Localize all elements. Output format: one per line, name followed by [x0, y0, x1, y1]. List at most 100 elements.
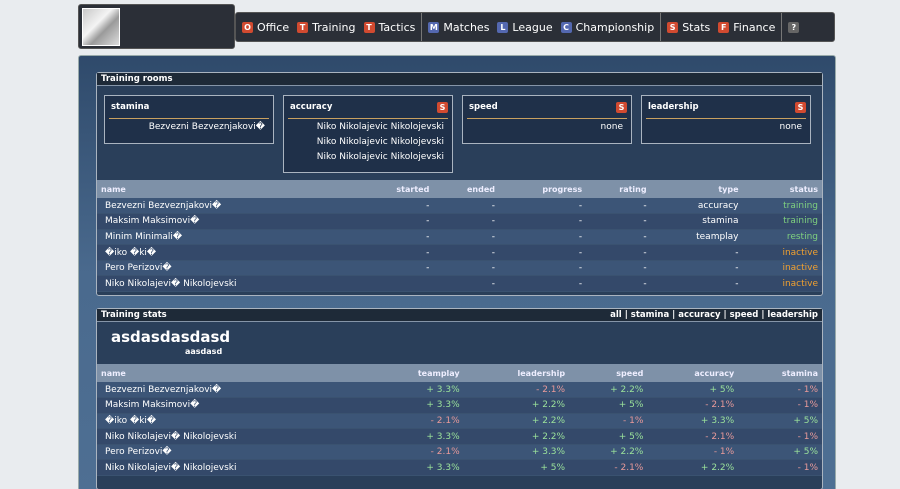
nav-item-finance[interactable]: F Finance — [718, 21, 775, 34]
training-row: �iko �ki� - - - - - inactive — [97, 244, 822, 261]
column-header-teamplay: teamplay — [369, 364, 464, 382]
nav-office-icon: O — [242, 21, 253, 33]
stats-cell-teamplay: - 2.1% — [369, 444, 464, 461]
main-content: Training rooms stamina Bezvezni Bezveznja… — [78, 55, 836, 489]
column-header-leadership: leadership — [463, 364, 570, 382]
panel-header: Training stats all | stamina | accuracy … — [97, 309, 822, 322]
room-header: leadership S — [642, 96, 810, 118]
room-player: Niko Nikolajevic Nikolojevski — [316, 137, 444, 147]
training-row: Bezvezni Bezveznjakovi� - - - - accuracy train… — [97, 198, 822, 215]
training-cell-ended: - — [433, 198, 499, 215]
stats-cell-leadership: + 2.2% — [463, 428, 570, 445]
nav-stats-icon: S — [667, 21, 679, 33]
nav-item-championship[interactable]: C Championship — [560, 21, 654, 34]
room-player: none — [779, 122, 802, 132]
stats-cell-teamplay: + 3.3% — [369, 428, 464, 445]
stat-filters: all | stamina | accuracy | speed | leade… — [610, 310, 818, 320]
filter-accuracy[interactable]: accuracy — [678, 310, 720, 320]
stats-cell-teamplay: + 3.3% — [369, 397, 464, 414]
stats-cell-teamplay: - 2.1% — [369, 413, 464, 430]
stats-cell-teamplay: + 3.3% — [369, 459, 464, 477]
stats-cell-name: �iko �ki� — [97, 413, 370, 430]
room-stamina: stamina Bezvezni Bezveznjakovi� — [104, 95, 274, 144]
nav-item-help[interactable]: ? — [788, 21, 803, 33]
nav-finance-icon: F — [718, 21, 730, 33]
nav-item-office[interactable]: O Office — [242, 21, 289, 34]
training-cell-started: - — [358, 198, 434, 215]
training-cell-rating: - — [586, 229, 651, 246]
nav-group: S Stats F Finance — [661, 13, 783, 41]
training-cell-name: Pero Perizovi� — [97, 260, 359, 277]
room-select-button[interactable]: S — [795, 101, 806, 113]
room-select-button[interactable]: S — [616, 101, 627, 113]
stats-row: Bezvezni Bezveznjakovi� + 3.3% - 2.1% + 2.2… — [97, 382, 822, 399]
club-logo[interactable] — [78, 4, 235, 49]
nav-item-stats[interactable]: S Stats — [667, 21, 710, 34]
stats-row: Niko Nikolajevi� Nikolojevski + 3.3% + 2.2… — [97, 428, 822, 445]
room-accuracy: accuracy S Niko Nikolajevic Nikolojevski Ni… — [283, 95, 453, 173]
column-header-ended: ended — [433, 180, 499, 198]
logo-image — [82, 8, 120, 46]
training-cell-type: - — [650, 275, 743, 293]
training-cell-rating: - — [586, 260, 651, 277]
training-cell-status: inactive — [742, 275, 822, 293]
column-header-stamina: stamina — [738, 364, 822, 382]
stats-cell-leadership: + 2.2% — [463, 413, 570, 430]
training-cell-progress: - — [498, 275, 587, 293]
stats-cell-leadership: + 2.2% — [463, 397, 570, 414]
room-name: accuracy — [290, 102, 333, 112]
panel-title: Training stats — [101, 310, 167, 320]
stats-cell-stamina: - 1% — [738, 459, 822, 477]
nav-item-training[interactable]: T Training — [297, 21, 356, 34]
room-header: accuracy S — [284, 96, 452, 118]
stats-row: Niko Nikolajevi� Nikolojevski + 3.3% + 5% -… — [97, 459, 822, 477]
training-cell-progress: - — [498, 229, 587, 246]
training-rooms-panel: Training rooms stamina Bezvezni Bezveznja… — [96, 72, 823, 296]
nav-item-tactics[interactable]: T Tactics — [363, 20, 416, 34]
training-cell-started: - — [358, 213, 434, 230]
training-cell-status: resting — [742, 229, 822, 246]
training-table: name started ended progress rating type status… — [97, 180, 822, 293]
filter-speed[interactable]: speed — [730, 310, 759, 320]
training-cell-status: inactive — [742, 260, 822, 277]
training-cell-progress: - — [498, 213, 587, 230]
training-row: Minim Minimali� - - - - teamplay resting — [97, 229, 822, 246]
training-cell-rating: - — [586, 198, 651, 215]
stats-cell-leadership: - 2.1% — [463, 382, 570, 399]
stats-cell-leadership: + 3.3% — [463, 444, 570, 461]
nav-item-label: League — [512, 20, 553, 34]
stats-cell-stamina: - 1% — [738, 428, 822, 445]
room-player: Niko Nikolajevic Nikolojevski — [316, 152, 444, 162]
nav-item-matches[interactable]: M Matches — [428, 21, 489, 34]
filter-all[interactable]: all — [610, 310, 622, 320]
column-header-status: status — [742, 180, 822, 198]
training-cell-started: - — [358, 260, 434, 277]
training-cell-started: - — [358, 229, 434, 246]
filter-stamina[interactable]: stamina — [631, 310, 669, 320]
room-player: Niko Nikolajevic Nikolojevski — [316, 122, 444, 132]
room-select-button[interactable]: S — [437, 101, 448, 113]
training-cell-ended: - — [433, 244, 499, 261]
training-row: Pero Perizovi� - - - - - inactive — [97, 260, 822, 277]
training-cell-progress: - — [498, 198, 587, 215]
nav-tactics-icon: T — [363, 21, 375, 33]
training-cell-type: stamina — [650, 213, 743, 230]
column-header-type: type — [650, 180, 743, 198]
stats-cell-stamina: + 5% — [738, 413, 822, 430]
stats-cell-accuracy: + 5% — [647, 382, 739, 399]
room-name: stamina — [111, 102, 150, 112]
training-cell-ended: - — [433, 213, 499, 230]
training-cell-ended: - — [433, 229, 499, 246]
nav-item-league[interactable]: L League — [497, 20, 553, 34]
nav-item-label: Tactics — [378, 20, 416, 34]
training-cell-rating: - — [586, 244, 651, 261]
training-row: Niko Nikolajevi� Nikolojevski - - - - inactiv… — [97, 275, 822, 293]
nav-group: M Matches L League C Championship — [422, 13, 662, 41]
stats-cell-accuracy: - 1% — [647, 444, 739, 461]
main-nav: O Office T Training T Tactics M Matches L League C… — [235, 12, 835, 42]
nav-item-label: Finance — [733, 20, 776, 34]
filter-leadership[interactable]: leadership — [767, 310, 818, 320]
training-cell-status: inactive — [742, 244, 822, 261]
nav-help-icon: ? — [788, 21, 800, 33]
stats-cell-name: Niko Nikolajevi� Nikolojevski — [97, 459, 370, 477]
